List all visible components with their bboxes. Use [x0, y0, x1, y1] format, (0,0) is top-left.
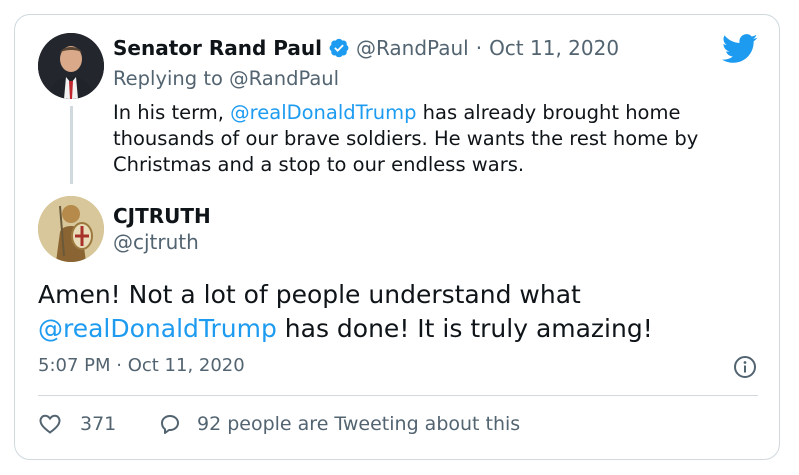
replying-to-line: Replying to @RandPaul [113, 67, 339, 90]
reply-text-part1: Amen! Not a lot of people understand wha… [38, 280, 581, 309]
parent-text-part1: In his term, [113, 101, 231, 124]
reply-author-name[interactable]: CJTRUTH [113, 204, 211, 228]
replying-to-handle[interactable]: @RandPaul [229, 67, 339, 90]
avatar-image [38, 33, 104, 99]
reply-text-part2: has done! It is truly amazing! [276, 314, 653, 343]
tweet-date[interactable]: Oct 11, 2020 [489, 36, 619, 60]
replying-prefix: Replying to [113, 67, 223, 90]
author-handle[interactable]: @RandPaul [356, 36, 469, 60]
parent-tweet-header: Senator Rand Paul @RandPaul · Oct 11, 20… [113, 36, 619, 60]
mention-link[interactable]: @realDonaldTrump [38, 314, 277, 343]
avatar-cjtruth[interactable] [38, 196, 104, 262]
avatar-rand-paul[interactable] [38, 33, 104, 99]
reply-bubble-icon[interactable] [158, 412, 182, 436]
reply-tweet-text: Amen! Not a lot of people understand wha… [38, 278, 758, 346]
like-count[interactable]: 371 [80, 413, 116, 435]
mention-link[interactable]: @realDonaldTrump [230, 101, 416, 124]
thread-connector [70, 106, 73, 184]
twitter-bird-icon[interactable] [722, 34, 758, 64]
heart-icon[interactable] [38, 412, 62, 436]
verified-badge-icon [329, 38, 349, 58]
dot-separator: · [475, 36, 483, 60]
tweeting-about-link[interactable]: 92 people are Tweeting about this [197, 413, 520, 435]
info-icon[interactable] [733, 355, 757, 379]
parent-tweet-text: In his term, @realDonaldTrump has alread… [113, 100, 753, 178]
avatar-image [38, 196, 104, 262]
footer-divider [38, 395, 758, 396]
author-name[interactable]: Senator Rand Paul [113, 36, 322, 60]
reply-author-handle[interactable]: @cjtruth [113, 230, 199, 254]
reply-timestamp[interactable]: 5:07 PM · Oct 11, 2020 [38, 355, 245, 376]
